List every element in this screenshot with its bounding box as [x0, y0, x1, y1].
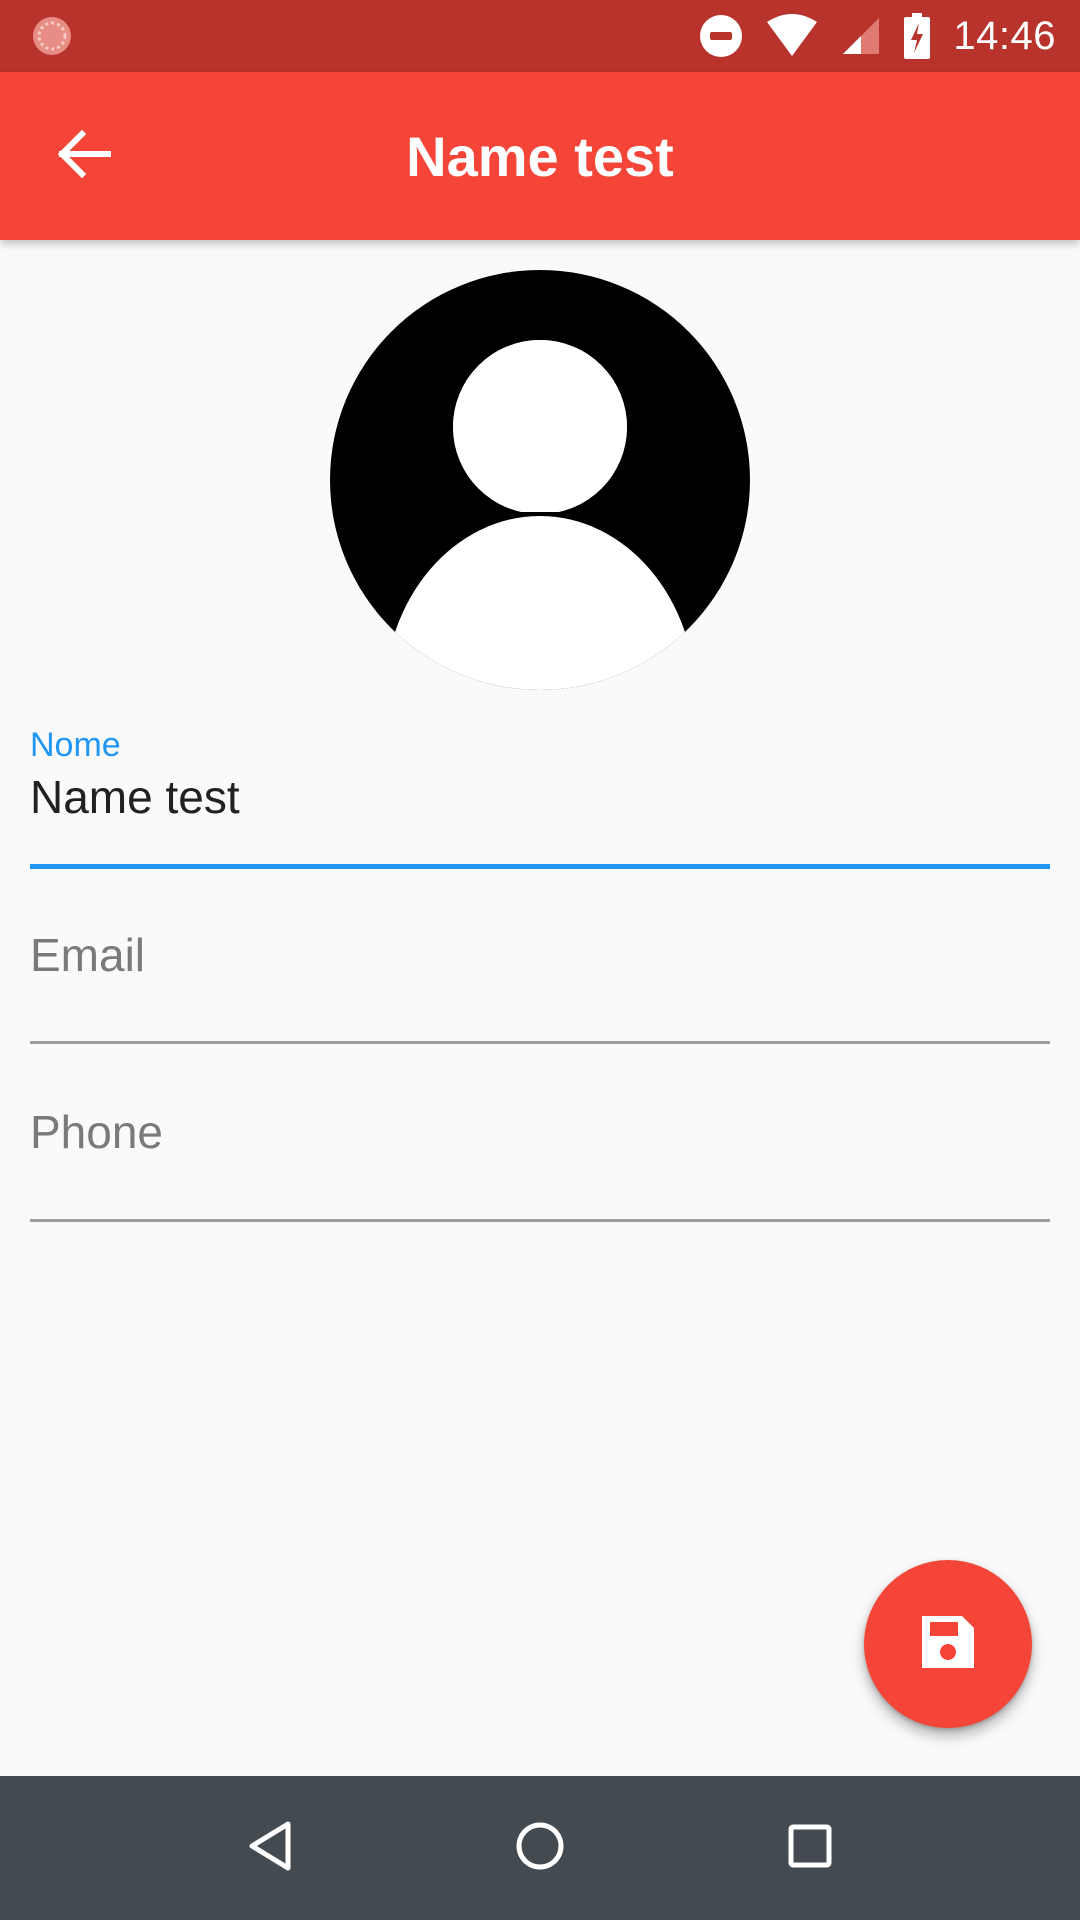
nav-recents-button[interactable]	[770, 1808, 850, 1888]
name-field[interactable]: Nome Name test	[30, 726, 1050, 872]
page-title: Name test	[406, 124, 674, 188]
person-avatar-icon	[330, 270, 750, 694]
save-button[interactable]	[864, 1560, 1032, 1728]
wifi-icon	[765, 14, 819, 58]
phone-field-underline	[30, 1219, 1050, 1222]
avatar[interactable]	[330, 270, 750, 690]
back-triangle-icon	[246, 1820, 294, 1877]
nav-home-button[interactable]	[500, 1808, 580, 1888]
status-time: 14:46	[953, 13, 1056, 58]
status-bar: 14:46	[0, 0, 1080, 72]
navigation-bar	[0, 1776, 1080, 1920]
app-bar: Name test	[0, 72, 1080, 240]
phone-field-placeholder: Phone	[30, 1106, 164, 1158]
cellular-signal-icon	[841, 16, 881, 56]
battery-charging-icon	[903, 13, 931, 59]
name-field-value[interactable]: Name test	[30, 770, 240, 824]
recents-square-icon	[787, 1823, 833, 1874]
email-field[interactable]: Email	[30, 906, 1050, 1048]
phone-field[interactable]: Phone	[30, 1083, 1050, 1225]
name-field-label: Nome	[30, 726, 121, 764]
name-field-underline	[30, 864, 1050, 869]
save-icon	[918, 1612, 978, 1677]
email-field-placeholder: Email	[30, 929, 146, 981]
nav-back-button[interactable]	[230, 1808, 310, 1888]
do-not-disturb-icon	[699, 14, 743, 58]
email-field-underline	[30, 1041, 1050, 1044]
status-icons: 14:46	[699, 0, 1056, 72]
loading-icon	[30, 14, 74, 58]
home-circle-icon	[514, 1820, 566, 1877]
